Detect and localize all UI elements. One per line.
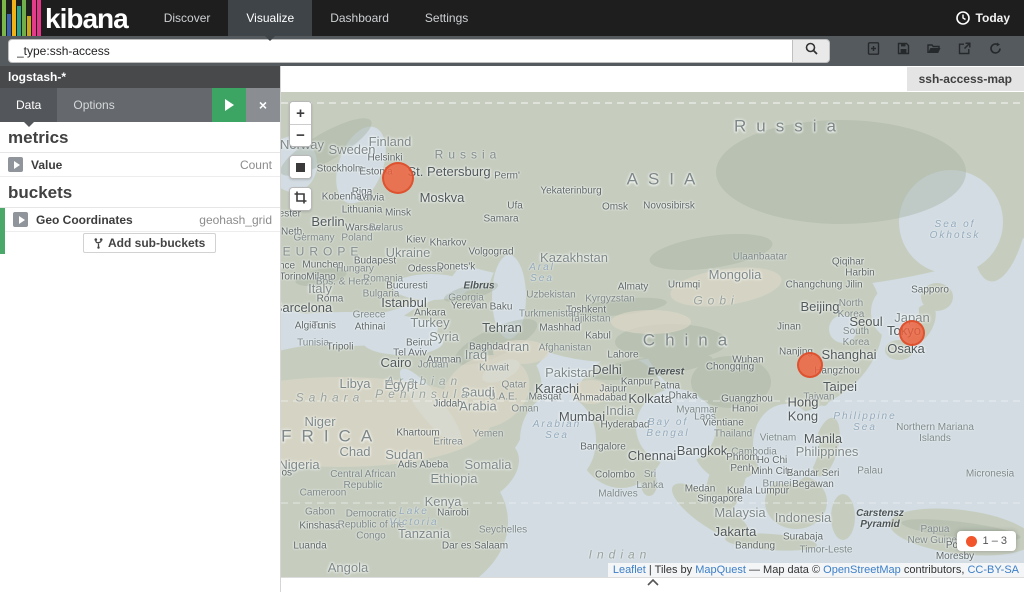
chevron-up-icon	[646, 578, 659, 589]
nav-tab-dashboard[interactable]: Dashboard	[312, 0, 407, 36]
attribution-link[interactable]: OpenStreetMap	[823, 564, 901, 576]
share-export-icon	[958, 42, 971, 60]
map-controls: + −	[289, 101, 312, 219]
nav-tab-discover[interactable]: Discover	[146, 0, 229, 36]
index-pattern-label: logstash-*	[0, 66, 280, 88]
active-nav-caret	[264, 35, 277, 41]
kibana-logo-text: kibana	[45, 3, 129, 34]
search-button[interactable]	[792, 39, 830, 63]
search-bar	[0, 36, 1024, 66]
buckets-heading: buckets	[0, 177, 280, 208]
top-navbar: kibana Discover Visualize Dashboard Setting…	[0, 0, 1024, 41]
nav-tab-visualize[interactable]: Visualize	[228, 0, 313, 41]
attribution-text: | Tiles by	[645, 564, 696, 576]
map-legend: 1 – 3	[956, 531, 1016, 551]
viz-toolbar	[852, 39, 1016, 63]
save-visualization-icon	[897, 42, 910, 60]
draw-rectangle-button[interactable]	[290, 188, 311, 210]
geo-point[interactable]	[797, 352, 823, 378]
map-points	[281, 92, 1024, 577]
geo-point[interactable]	[899, 320, 925, 346]
attribution-text: — Map data ©	[745, 564, 824, 576]
timepicker[interactable]: Today	[955, 0, 1024, 36]
active-tab-caret	[22, 121, 35, 127]
add-sub-buckets-button[interactable]: Add sub-buckets	[83, 233, 217, 253]
kibana-app: kibana Discover Visualize Dashboard Setting…	[0, 0, 1024, 592]
legend-range: 1 – 3	[982, 535, 1007, 547]
open-visualization-button[interactable]	[921, 39, 947, 63]
metric-label: Value	[31, 157, 63, 172]
new-visualization-button[interactable]	[860, 39, 886, 63]
spy-panel-toggle[interactable]	[281, 577, 1024, 592]
metrics-heading: metrics	[0, 122, 280, 153]
zoom-in-button[interactable]: +	[290, 102, 311, 124]
bucket-group: Geo Coordinates geohash_grid Add sub-buc…	[0, 208, 280, 254]
refresh-button[interactable]	[982, 39, 1008, 63]
attribution-link[interactable]: CC-BY-SA	[967, 564, 1019, 576]
expand-toggle-icon[interactable]	[8, 157, 23, 172]
clock-icon	[955, 11, 970, 25]
geo-point[interactable]	[382, 162, 414, 194]
save-visualization-button[interactable]	[891, 39, 917, 63]
attribution-link[interactable]: Leaflet	[613, 564, 646, 576]
draw-rectangle-icon	[294, 191, 307, 208]
visualization-panel: ssh-access-map Sweden Finland Helsinki S…	[281, 66, 1024, 592]
map-attribution: Leaflet | Tiles by MapQuest — Map data ©…	[607, 563, 1024, 577]
nav-tabs: Discover Visualize Dashboard Settings	[146, 0, 487, 41]
metric-row-value[interactable]: Value Count	[0, 153, 280, 177]
bucket-label: Geo Coordinates	[36, 212, 133, 227]
search-input[interactable]	[8, 39, 792, 63]
kibana-logo-bars-icon	[2, 0, 42, 36]
expand-toggle-icon[interactable]	[13, 212, 28, 227]
tab-data[interactable]: Data	[0, 88, 58, 127]
attribution-link[interactable]: MapQuest	[695, 564, 746, 576]
bucket-agg-type: geohash_grid	[199, 212, 272, 227]
time-label: Today	[975, 11, 1010, 25]
kibana-logo[interactable]: kibana	[0, 0, 129, 36]
search-icon	[805, 42, 818, 60]
discard-changes-button[interactable]: ×	[246, 88, 280, 122]
refresh-icon	[989, 42, 1002, 60]
visualization-title: ssh-access-map	[906, 67, 1024, 91]
play-icon	[224, 99, 234, 111]
share-visualization-button[interactable]	[952, 39, 978, 63]
visualize-sidebar: logstash-* Data Options × metrics Value …	[0, 66, 281, 592]
metric-agg-type: Count	[239, 157, 272, 172]
nav-tab-settings[interactable]: Settings	[407, 0, 486, 36]
close-icon: ×	[258, 97, 268, 113]
fit-data-bounds-button[interactable]	[290, 156, 311, 178]
tab-options[interactable]: Options	[57, 88, 130, 122]
tile-map[interactable]: NorwaySwedenFinlandHelsinkiStockholmSt. …	[281, 92, 1024, 577]
sidebar-tabs: Data Options ×	[0, 88, 280, 127]
new-visualization-icon	[867, 42, 880, 60]
open-folder-icon	[927, 42, 941, 60]
fork-icon	[94, 237, 103, 249]
fit-bounds-icon	[296, 162, 305, 172]
bucket-row-geo[interactable]: Geo Coordinates geohash_grid	[0, 208, 280, 232]
zoom-out-button[interactable]: −	[290, 124, 311, 146]
legend-dot-icon	[965, 535, 977, 547]
attribution-text: contributors,	[900, 564, 968, 576]
apply-changes-button[interactable]	[212, 88, 246, 122]
